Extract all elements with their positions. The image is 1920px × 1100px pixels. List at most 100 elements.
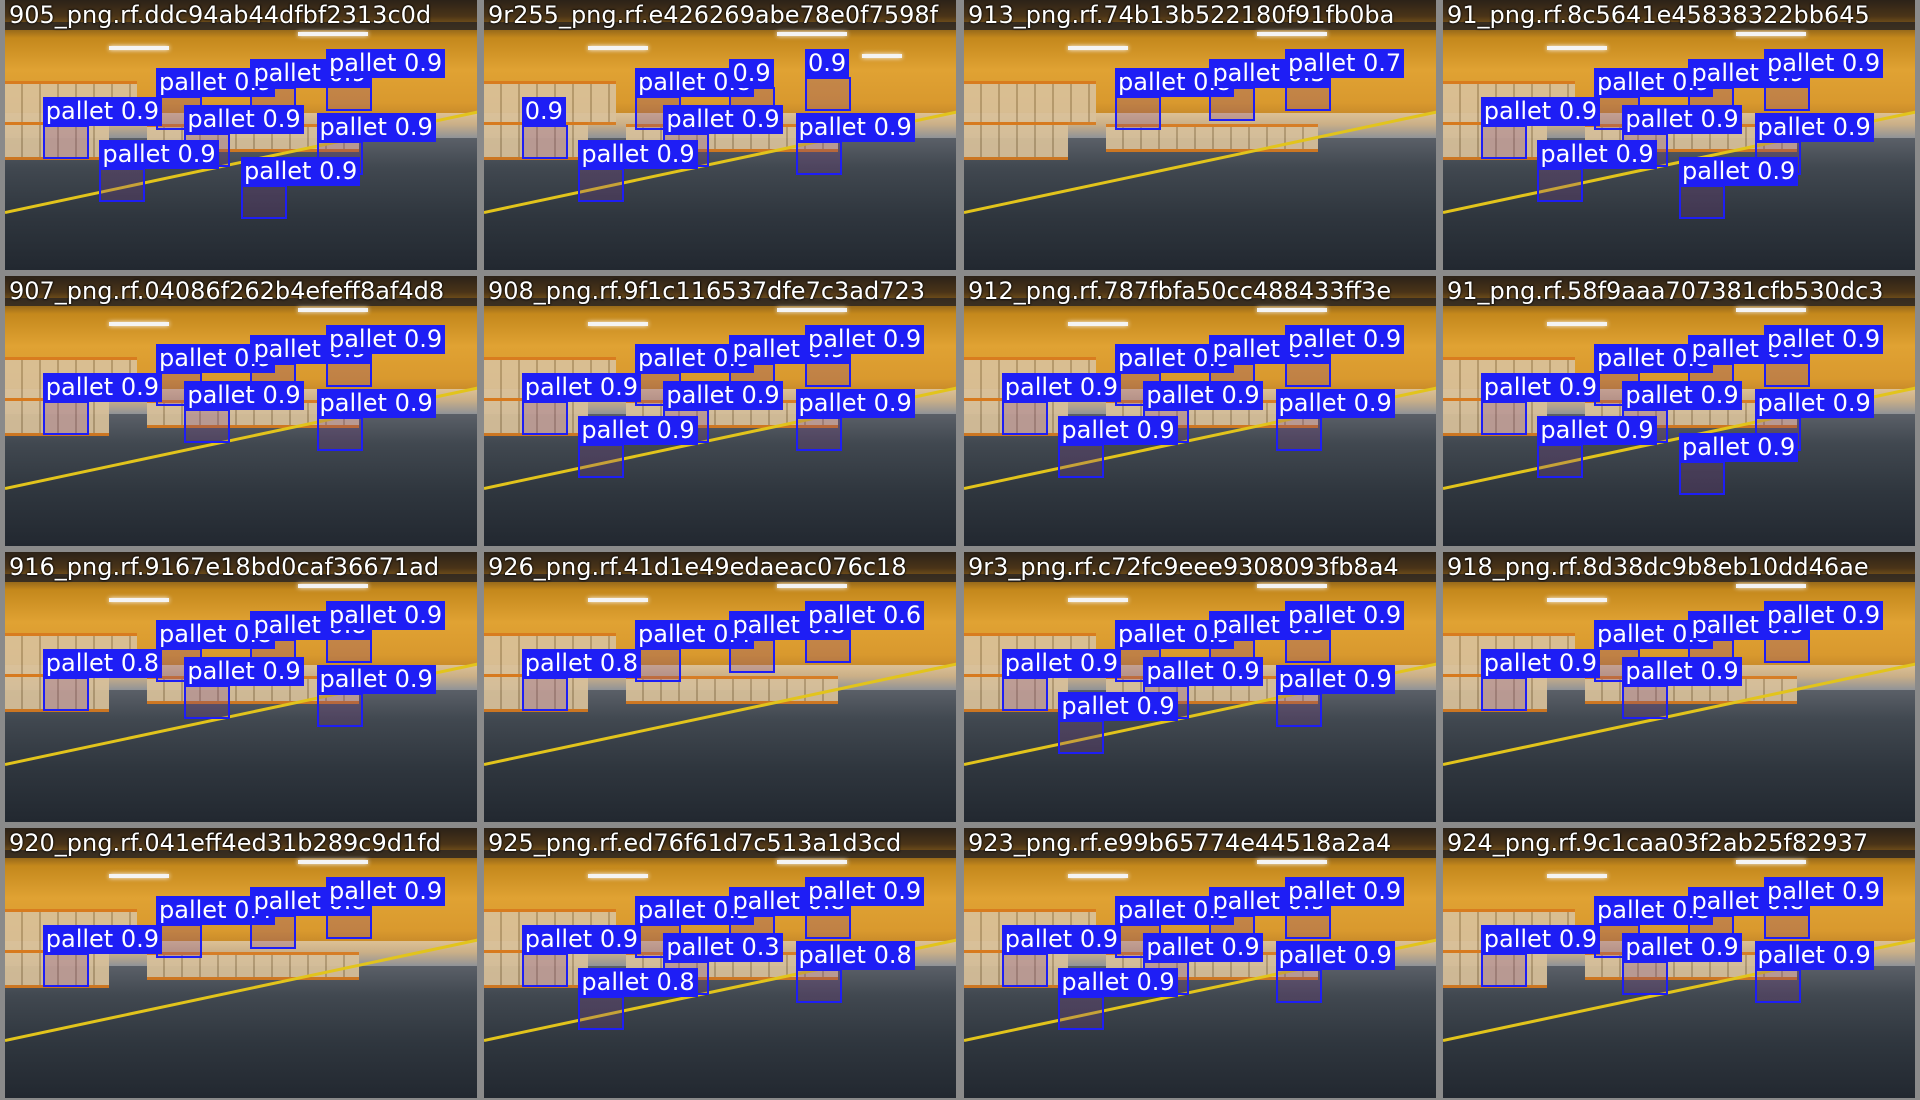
ceiling-light <box>776 308 847 313</box>
image-tile: 908_png.rf.9f1c116537dfe7c3ad723pallet 0… <box>484 276 956 546</box>
detection-label: pallet 0.9 <box>42 925 162 955</box>
detection-label: pallet 0.9 <box>42 97 162 127</box>
detection-label: pallet 0.9 <box>1058 416 1178 446</box>
detection-label: pallet 0.9 <box>1622 105 1742 135</box>
image-filename: 923_png.rf.e99b65774e44518a2a4 <box>968 829 1392 857</box>
detection-label: pallet 0.9 <box>1275 389 1395 419</box>
detection-label: pallet 0.9 <box>1763 48 1884 78</box>
detection-label: pallet 0.9 <box>42 373 162 403</box>
detection-label: pallet 0.9 <box>1143 381 1263 411</box>
bounding-box <box>1480 677 1527 712</box>
image-filename: 926_png.rf.41d1e49edaeac076c18 <box>488 553 907 581</box>
ceiling-light <box>297 308 368 313</box>
ceiling-light <box>1546 873 1607 878</box>
detection-label: pallet 0.9 <box>795 113 915 143</box>
detection-label: pallet 0.7 <box>1284 48 1405 78</box>
detection-label: pallet 0.8 <box>795 941 915 971</box>
pallet-rack <box>964 121 1068 160</box>
detection-label: pallet 0.9 <box>1058 692 1178 722</box>
image-tile: 923_png.rf.e99b65774e44518a2a4pallet 0.9… <box>964 828 1436 1098</box>
image-tile: 920_png.rf.041eff4ed31b289c9d1fdpallet 0… <box>5 828 477 1098</box>
bounding-box <box>1679 184 1725 219</box>
ceiling-light <box>776 584 847 589</box>
bounding-box <box>42 677 89 712</box>
detection-label: pallet 0.9 <box>316 665 436 695</box>
bounding-box <box>521 125 568 160</box>
ceiling-light <box>587 321 648 326</box>
detection-label: pallet 0.9 <box>325 876 446 906</box>
detection-label: pallet 0.9 <box>1284 876 1405 906</box>
image-filename: 908_png.rf.9f1c116537dfe7c3ad723 <box>488 277 926 305</box>
bounding-box <box>1058 444 1105 479</box>
detection-label: pallet 0.9 <box>1284 324 1405 354</box>
bounding-box <box>1480 401 1527 436</box>
ceiling-light <box>1546 597 1607 602</box>
bounding-box <box>1058 996 1105 1031</box>
ceiling-light <box>1067 873 1128 878</box>
ceiling-light <box>1546 45 1607 50</box>
ceiling-light <box>1067 597 1128 602</box>
image-tile: 925_png.rf.ed76f61d7c513a1d3cd pallet 0.5… <box>484 828 956 1098</box>
detection-label: pallet 0.9 <box>1480 925 1600 955</box>
ceiling-light <box>297 860 368 865</box>
detection-label: pallet 0.9 <box>325 48 446 78</box>
detection-label: pallet 0.9 <box>1622 381 1742 411</box>
bounding-box <box>1001 677 1048 712</box>
detection-label: pallet 0.9 <box>1143 657 1263 687</box>
image-tile: 912_png.rf.787fbfa50cc488433ff3e pallet 0… <box>964 276 1436 546</box>
detection-label: pallet 0.9 <box>325 600 446 630</box>
ceiling-light <box>1256 32 1327 37</box>
bounding-box <box>578 996 625 1031</box>
bounding-box <box>316 693 363 728</box>
ceiling-light <box>1256 860 1327 865</box>
image-tile: 907_png.rf.04086f262b4efeff8af4d8 pallet … <box>5 276 477 546</box>
image-tile: 918_png.rf.8d38dc9b8eb10dd46ae pallet 0.8… <box>1443 552 1915 822</box>
detection-label: pallet 0.9 <box>1679 432 1799 462</box>
detection-label: pallet 0.9 <box>1480 649 1600 679</box>
image-tile: 91_png.rf.58f9aaa707381cfb530dc3 pallet 0… <box>1443 276 1915 546</box>
detection-label: pallet 0.9 <box>1763 324 1884 354</box>
bounding-box <box>1001 953 1048 988</box>
image-tile: 9r255_png.rf.e426269abe78e0f7598f pallet … <box>484 0 956 270</box>
detection-label: pallet 0.9 <box>1763 600 1884 630</box>
detection-label: pallet 0.9 <box>1537 416 1657 446</box>
bounding-box <box>1275 693 1322 728</box>
bounding-box <box>578 168 625 203</box>
detection-label: pallet 0.9 <box>184 105 304 135</box>
image-tile: 9r3_png.rf.c72fc9eee9308093fb8a4 pallet 0… <box>964 552 1436 822</box>
image-tile: 905_png.rf.ddc94ab44dfbf2313c0d pallet 0.… <box>5 0 477 270</box>
bounding-box <box>316 417 363 452</box>
ceiling-light <box>1735 860 1806 865</box>
detection-label: pallet 0.9 <box>1763 876 1884 906</box>
detection-grid: 905_png.rf.ddc94ab44dfbf2313c0d pallet 0.… <box>0 0 1920 1100</box>
bounding-box <box>1480 125 1527 160</box>
bounding-box <box>1275 417 1322 452</box>
ceiling-light <box>1067 45 1128 50</box>
image-filename: 920_png.rf.041eff4ed31b289c9d1fd <box>9 829 441 857</box>
bounding-box <box>578 444 625 479</box>
detection-label: pallet 0.8 <box>578 968 698 998</box>
bounding-box <box>521 677 568 712</box>
detection-label: pallet 0.9 <box>99 140 219 170</box>
ceiling-light <box>297 584 368 589</box>
bounding-box <box>1001 401 1048 436</box>
detection-label: pallet 0.9 <box>1001 925 1121 955</box>
detection-label: pallet 0.9 <box>795 389 915 419</box>
detection-label: pallet 0.9 <box>804 876 925 906</box>
ceiling-light <box>861 54 902 58</box>
ceiling-light <box>1256 584 1327 589</box>
image-tile: 926_png.rf.41d1e49edaeac076c18 pallet 0.4… <box>484 552 956 822</box>
ceiling-light <box>108 45 169 50</box>
detection-label: 0.9 <box>729 59 774 89</box>
detection-label: pallet 0.9 <box>1679 156 1799 186</box>
detection-label: pallet 0.9 <box>1275 941 1395 971</box>
image-tile: 916_png.rf.9167e18bd0caf36671ad pallet 0.… <box>5 552 477 822</box>
detection-label: pallet 0.6 <box>804 600 925 630</box>
image-tile: 913_png.rf.74b13b522180f91fb0ba pallet 0.… <box>964 0 1436 270</box>
ceiling-light <box>587 873 648 878</box>
detection-label: pallet 0.9 <box>1754 113 1874 143</box>
detection-label: pallet 0.8 <box>521 649 641 679</box>
bounding-box <box>1537 444 1584 479</box>
image-filename: 925_png.rf.ed76f61d7c513a1d3cd <box>488 829 902 857</box>
ceiling-light <box>108 597 169 602</box>
